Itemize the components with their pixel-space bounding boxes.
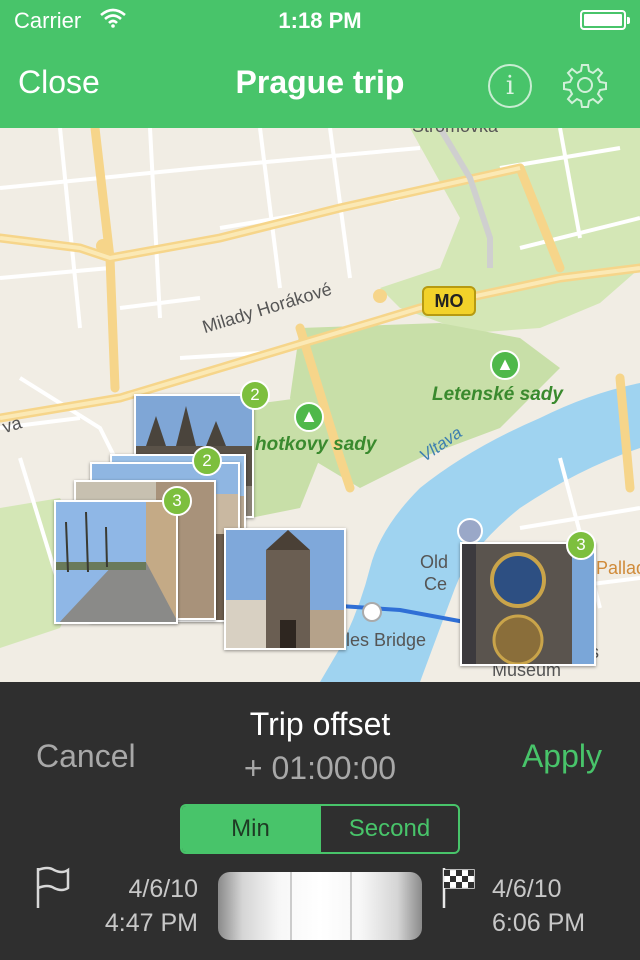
end-time: 6:06 PM [492, 909, 586, 937]
offset-title: Trip offset [249, 706, 391, 742]
photo-street[interactable] [54, 500, 178, 624]
map-view[interactable]: Stromovka Milady Horákové MO ▲ Letenské … [0, 128, 640, 682]
map-label-palace: Pallad [596, 558, 640, 578]
offset-value: + 01:00:00 [243, 750, 397, 786]
start-datetime: 4/6/10 4:47 PM [80, 872, 198, 940]
info-icon[interactable]: i [488, 64, 532, 108]
wheel-tick [350, 872, 352, 940]
nav-bar: Carrier 1:18 PM Close Prague trip i [0, 0, 640, 128]
unit-segmented-control[interactable]: Min Second [180, 804, 460, 854]
map-label-bridge: les Bridge [346, 630, 427, 650]
battery-icon [580, 10, 630, 30]
photo-tower[interactable] [224, 528, 346, 650]
end-datetime: 4/6/10 6:06 PM [492, 872, 612, 940]
offset-panel: Cancel Apply Trip offset + 01:00:00 Min … [0, 682, 640, 960]
map-label-stromovka: Stromovka [412, 128, 498, 137]
wheel-tick [290, 872, 292, 940]
map-label-old-town: Old [420, 552, 449, 572]
segment-second[interactable]: Second [319, 806, 458, 852]
photo-count-badge: 2 [192, 446, 222, 476]
start-date: 4/6/10 [128, 875, 198, 903]
start-flag-icon [34, 866, 74, 910]
status-time: 1:18 PM [278, 8, 362, 33]
end-date: 4/6/10 [492, 875, 562, 903]
status-bar: Carrier 1:18 PM [0, 0, 640, 40]
map-label-chotkovy: hotkovy sady [255, 434, 377, 455]
segment-min[interactable]: Min [182, 806, 319, 852]
photo-count-badge: 3 [566, 530, 596, 560]
close-button[interactable]: Close [18, 64, 100, 101]
offset-wheel[interactable] [218, 872, 422, 940]
map-label-letenske: Letenské sady [432, 384, 563, 405]
photo-clock[interactable] [460, 542, 596, 666]
park-icon: ▲ [294, 402, 324, 432]
gear-icon[interactable] [562, 62, 608, 108]
finish-flag-icon [440, 866, 480, 910]
park-icon: ▲ [490, 350, 520, 380]
photo-count-badge: 3 [162, 486, 192, 516]
photo-count-badge: 2 [240, 380, 270, 410]
map-label-old-town-2: Ce [424, 574, 448, 594]
highway-badge: MO [422, 286, 476, 316]
start-time: 4:47 PM [104, 909, 198, 937]
